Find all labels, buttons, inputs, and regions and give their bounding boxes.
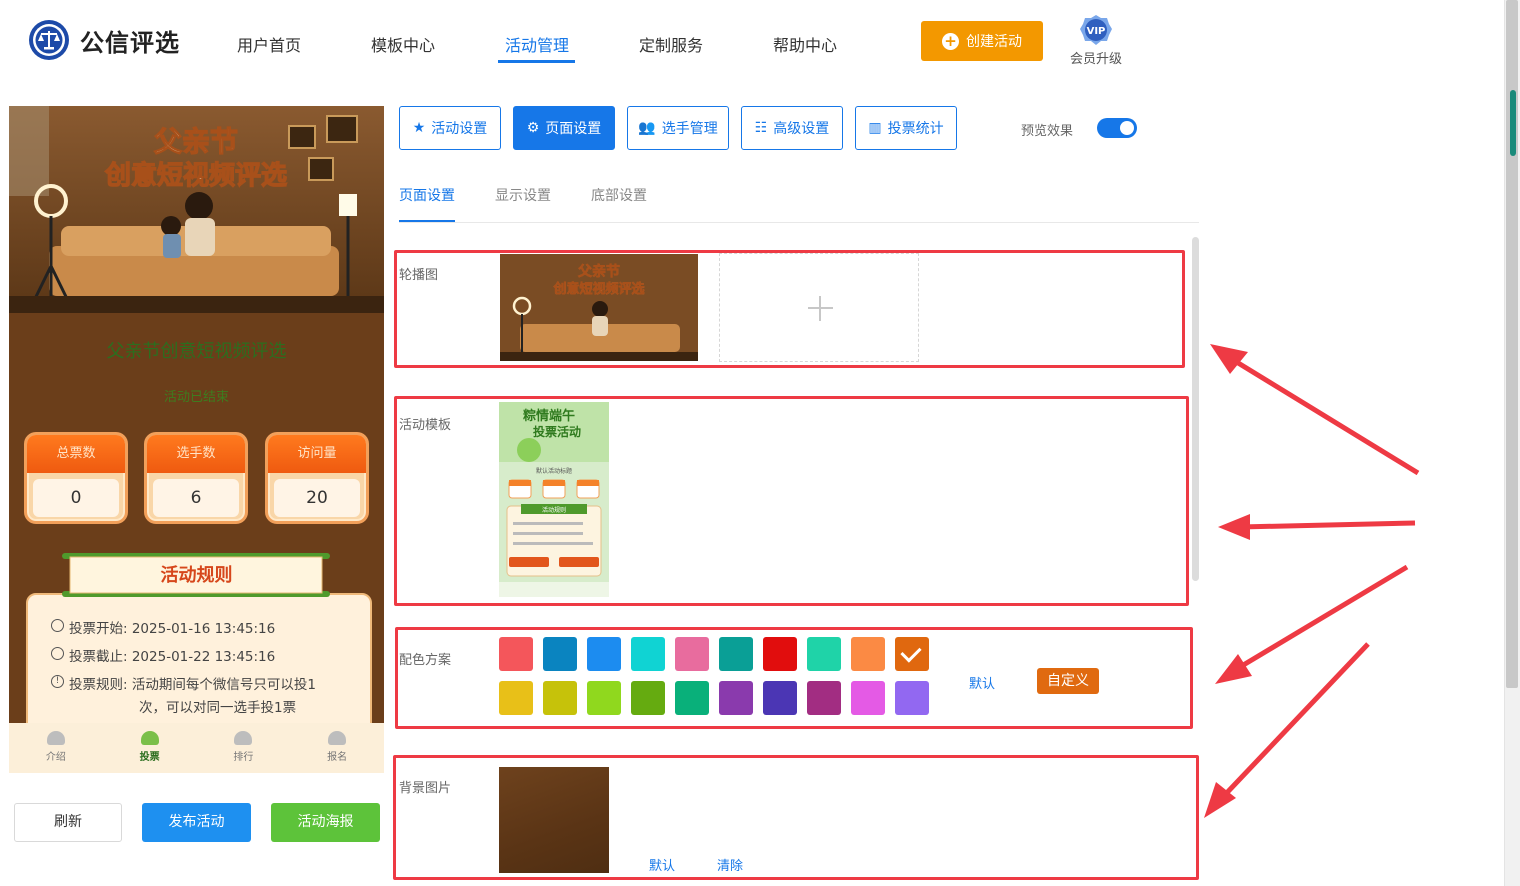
stat-label: 访问量 (268, 435, 366, 473)
logo[interactable]: 公信评选 (28, 19, 180, 61)
tab-vote-statistics[interactable]: ▥ 投票统计 (855, 106, 957, 150)
rule-start-time: 投票开始: 2025-01-16 13:45:16 (51, 617, 275, 637)
rule-end-time: 投票截止: 2025-01-22 13:45:16 (51, 645, 275, 665)
mountain-icon (328, 731, 347, 745)
preview-tab-label: 投票 (139, 752, 160, 763)
tab-activity-settings[interactable]: ★ 活动设置 (399, 106, 501, 150)
tab-page-settings[interactable]: ⚙ 页面设置 (513, 106, 615, 150)
rule-vote-policy: ! 投票规则: 活动期间每个微信号只可以投1 (51, 673, 316, 693)
rule-start-text: 投票开始: 2025-01-16 13:45:16 (69, 621, 276, 637)
create-activity-button[interactable]: + 创建活动 (921, 21, 1043, 61)
star-icon: ★ (412, 120, 426, 136)
preview-tab-label: 报名 (327, 752, 348, 763)
subtab-divider (399, 222, 1199, 223)
preview-tab-signup[interactable]: 报名 (290, 723, 384, 773)
preview-tabbar: 介绍 投票 排行 报名 (9, 723, 384, 773)
nav-home[interactable]: 用户首页 (237, 32, 301, 56)
stat-value: 20 (274, 479, 360, 517)
logo-text: 公信评选 (80, 28, 180, 57)
vip-upgrade[interactable]: VIP 会员升级 (1066, 14, 1126, 67)
tab-label: 页面设置 (545, 121, 602, 137)
tab-contestant-management[interactable]: 👥 选手管理 (627, 106, 729, 150)
publish-activity-button[interactable]: 发布活动 (142, 803, 251, 842)
stat-visits: 访问量 20 (265, 432, 369, 524)
preview-tab-intro[interactable]: 介绍 (9, 723, 103, 773)
preview-toggle[interactable] (1097, 118, 1137, 138)
preview-toggle-label: 预览效果 (1021, 124, 1074, 139)
sliders-icon: ☷ (754, 120, 768, 136)
tab-advanced-settings[interactable]: ☷ 高级设置 (741, 106, 843, 150)
refresh-button[interactable]: 刷新 (14, 803, 122, 842)
rules-title: 活动规则 (160, 565, 233, 586)
nav-templates[interactable]: 模板中心 (371, 32, 435, 56)
create-activity-label: 创建活动 (966, 34, 1022, 50)
preview-activity-title: 父亲节创意短视频评选 (106, 341, 287, 362)
highlight-box-carousel (394, 250, 1185, 368)
nav-activity-management[interactable]: 活动管理 (505, 32, 569, 56)
scroll-accent-indicator (1510, 90, 1516, 156)
gear-icon: ⚙ (526, 120, 540, 136)
mountain-icon (140, 731, 159, 745)
preview-tab-label: 排行 (233, 752, 254, 763)
nav-active-indicator (498, 60, 575, 63)
stat-total-votes: 总票数 0 (24, 432, 128, 524)
banner-title-line2: 创意短视频评选 (104, 160, 287, 191)
subtab-footer-settings[interactable]: 底部设置 (591, 185, 647, 205)
stat-label: 选手数 (147, 435, 245, 473)
vip-label: 会员升级 (1069, 52, 1122, 67)
annotation-arrows (1204, 344, 1420, 818)
subtab-active-indicator (399, 220, 455, 222)
highlight-box-template (394, 396, 1189, 606)
preview-tab-label: 介绍 (45, 752, 66, 763)
toggle-knob (1120, 121, 1134, 135)
highlight-box-background (393, 755, 1199, 880)
activity-poster-button[interactable]: 活动海报 (271, 803, 380, 842)
vip-badge-text: VIP (1087, 26, 1106, 37)
subtab-display-settings[interactable]: 显示设置 (495, 185, 551, 205)
nav-help-center[interactable]: 帮助中心 (773, 32, 837, 56)
nav-custom-service[interactable]: 定制服务 (639, 32, 703, 56)
rule-vote-policy-line1: 投票规则: 活动期间每个微信号只可以投1 (69, 677, 316, 693)
tab-label: 高级设置 (773, 121, 830, 137)
rule-vote-policy-cont: 次，可以对同一选手投1票 (139, 696, 296, 716)
page: 公信评选 用户首页 模板中心 活动管理 定制服务 帮助中心 + 创建活动 VIP… (0, 0, 1520, 886)
preview-banner: 父亲节 创意短视频评选 (9, 106, 384, 313)
tab-label: 选手管理 (661, 121, 718, 137)
stat-contestants: 选手数 6 (144, 432, 248, 524)
tab-label: 投票统计 (887, 121, 944, 137)
banner-title-line1: 父亲节 (154, 125, 238, 158)
scales-logo-icon (29, 20, 69, 60)
vip-badge-icon: VIP (1080, 15, 1112, 45)
stat-label: 总票数 (27, 435, 125, 473)
preview-activity-status: 活动已结束 (163, 390, 229, 405)
stat-value: 0 (33, 479, 119, 517)
highlight-box-colors (395, 627, 1193, 729)
info-icon: ! (51, 675, 64, 688)
preview-tab-vote[interactable]: 投票 (103, 723, 197, 773)
subtab-page-settings[interactable]: 页面设置 (399, 185, 455, 205)
tab-label: 活动设置 (431, 121, 488, 137)
plus-icon: + (942, 32, 959, 50)
rule-end-text: 投票截止: 2025-01-22 13:45:16 (69, 649, 276, 665)
mountain-icon (234, 731, 253, 745)
banner-image: 父亲节 创意短视频评选 (9, 106, 384, 313)
mountain-icon (46, 731, 65, 745)
clock-icon (51, 619, 64, 632)
preview-tab-ranking[interactable]: 排行 (197, 723, 291, 773)
phone-preview: 父亲节 创意短视频评选 父亲节创意短视频评选 活动已结束 总票数 0 选手数 6… (9, 106, 384, 773)
clock-icon (51, 647, 64, 660)
bar-chart-icon: ▥ (868, 120, 882, 136)
users-icon: 👥 (638, 120, 656, 136)
rule-vote-policy-line2: 次，可以对同一选手投1票 (139, 700, 297, 716)
stat-value: 6 (153, 479, 239, 517)
